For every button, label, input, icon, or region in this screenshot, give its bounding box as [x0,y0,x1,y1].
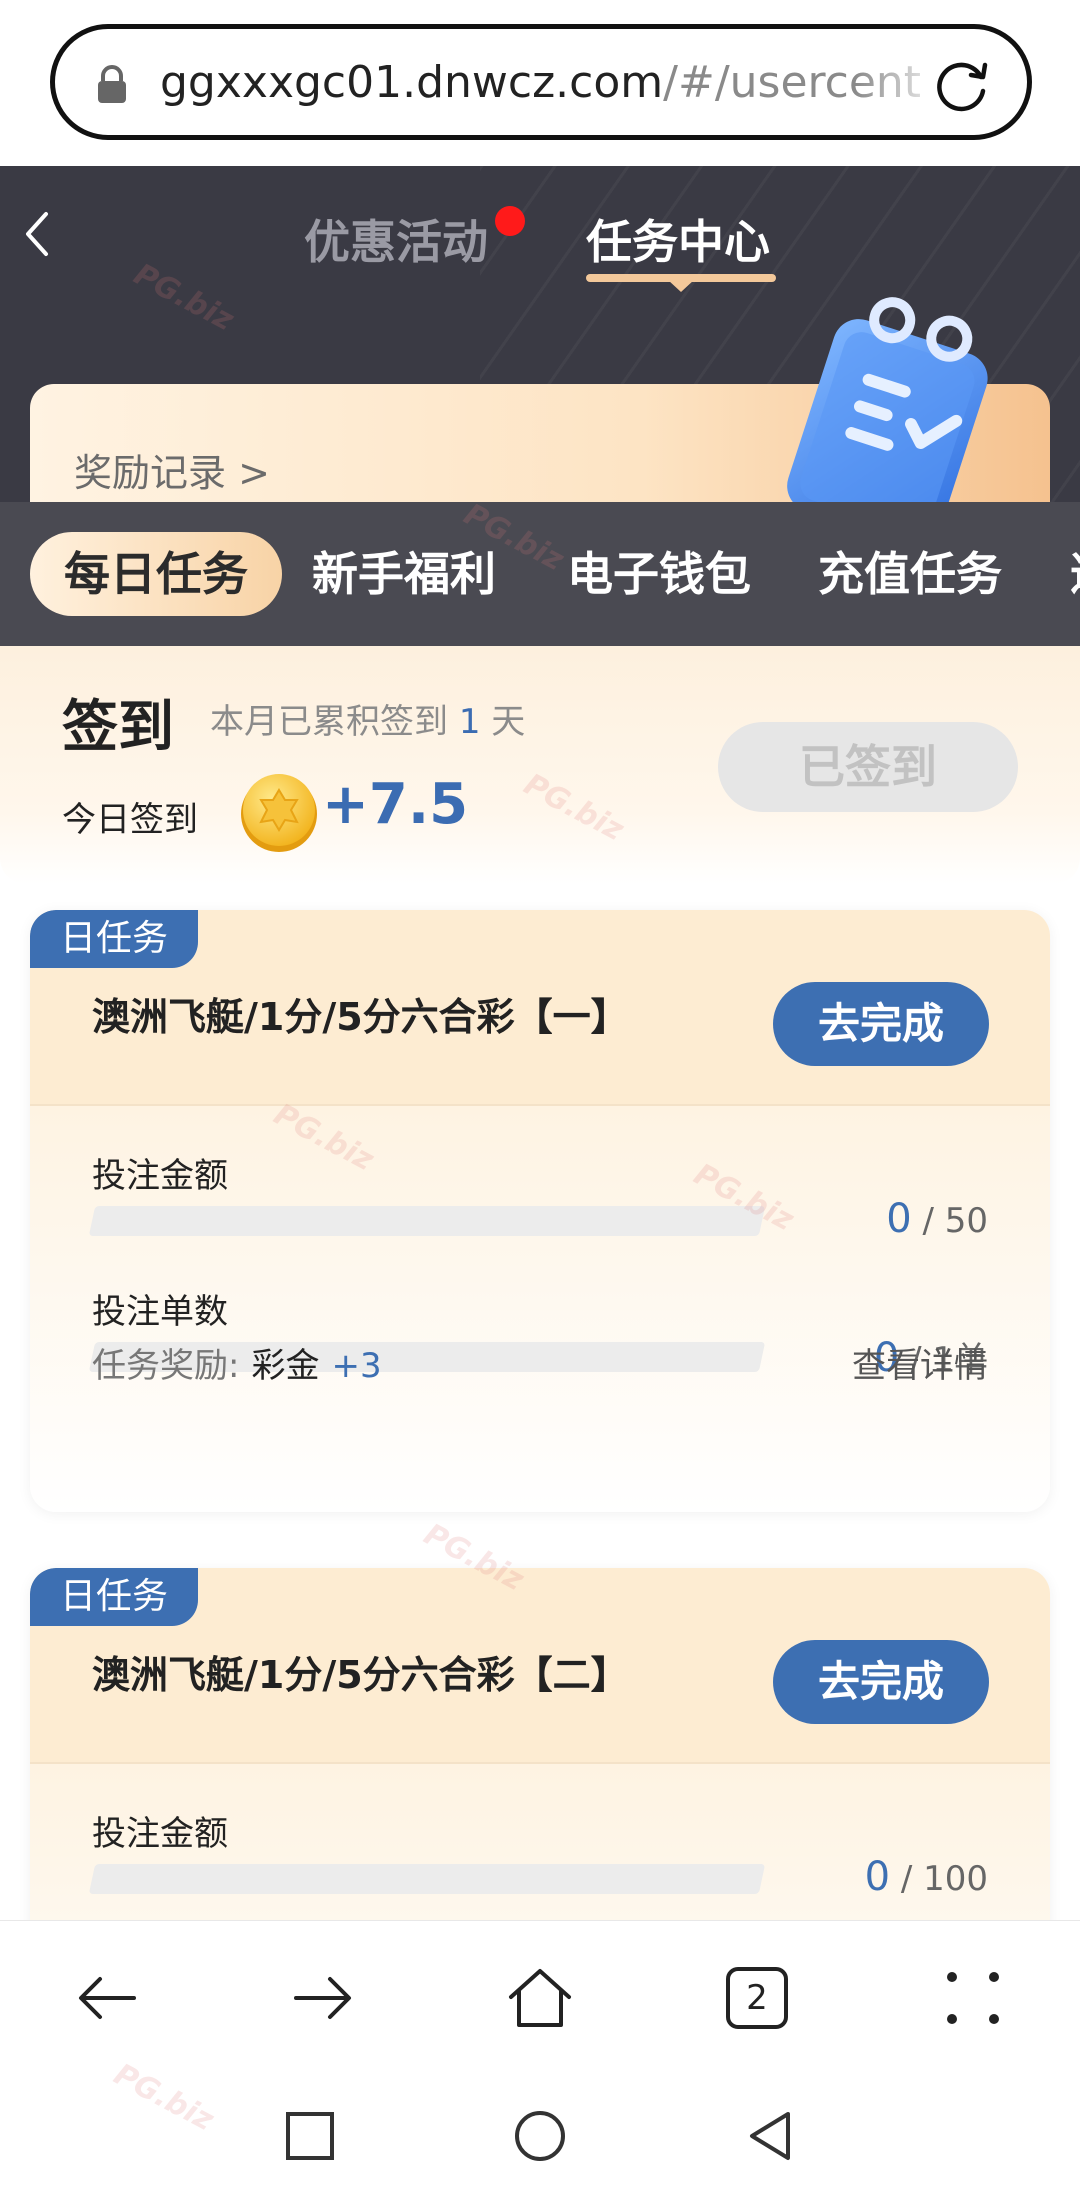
task-card-header: 日任务 澳洲飞艇/1分/5分六合彩【二】 去完成 [30,1568,1050,1764]
signin-reward-amount: +7.5 [322,772,469,837]
bet-amount-label: 投注金额 [92,1814,228,1854]
bet-amount-target: / 100 [890,1859,988,1899]
go-complete-button[interactable]: 去完成 [773,1640,989,1724]
coin-icon [241,774,317,852]
task-card: 日任务 澳洲飞艇/1分/5分六合彩【一】 去完成 投注金额 0 / 50 投注单… [30,910,1050,1512]
home-icon [509,1969,571,2027]
daily-task-badge: 日任务 [30,910,198,968]
lock-icon [98,65,126,103]
url-path: /#/usercent [663,57,922,108]
back-icon[interactable] [20,208,54,260]
browser-toolbar: ggxxxgc01.dnwcz.com/#/usercent [0,0,1080,166]
category-tabs: 每日任务 新手福利 电子钱包 充值任务 邀 [0,502,1080,646]
tab-e-wallet[interactable]: 电子钱包 [567,532,751,616]
bet-amount-value: 0 / 50 [886,1196,988,1242]
signed-in-button[interactable]: 已签到 [718,722,1018,812]
bet-amount-target: / 50 [911,1201,988,1241]
signin-title: 签到 [62,695,174,760]
recents-button[interactable] [280,2106,340,2166]
back-system-button[interactable] [740,2106,800,2166]
system-navigation-bar [0,2070,1080,2206]
task-reward-type: 彩金 [251,1346,320,1386]
task-reward-row: 任务奖励: 彩金 +3 [92,1338,382,1387]
bet-amount-progress-fill [88,1206,96,1236]
reload-icon[interactable] [931,55,993,117]
tab-invite[interactable]: 邀 [1070,532,1080,616]
bet-amount-value: 0 / 100 [865,1854,988,1900]
address-bar[interactable]: ggxxxgc01.dnwcz.com/#/usercent [50,24,1032,140]
bet-amount-progress [88,1864,766,1894]
tabs-count: 2 [746,1978,768,2018]
bet-amount-current: 0 [886,1196,912,1242]
task-card-body: 投注金额 0 / 50 投注单数 0 / 1单 [30,1106,1050,1512]
browser-menu-button[interactable] [938,1963,1008,2033]
tab-task-center[interactable]: 任务中心 [586,212,770,272]
circle-icon [515,2111,565,2161]
arrow-right-icon [294,1977,351,2019]
square-icon [286,2112,334,2160]
signin-days-count: 1 [458,702,481,742]
bet-amount-progress [88,1206,766,1236]
tab-promotions[interactable]: 优惠活动 [304,212,488,272]
bet-amount-current: 0 [864,1854,891,1900]
tab-newbie-benefits[interactable]: 新手福利 [312,532,496,616]
browser-home-button[interactable] [505,1963,575,2033]
browser-forward-button[interactable] [288,1963,358,2033]
browser-back-button[interactable] [72,1963,142,2033]
notification-dot [495,206,525,236]
clipboard-illustration [787,297,988,502]
bet-count-label: 投注单数 [92,1292,228,1332]
view-details-link[interactable]: 查看详情 [852,1338,988,1387]
signin-summary: 本月已累积签到 1 天 [210,694,525,743]
signin-panel: 签到 本月已累积签到 1 天 今日签到 +7.5 已签到 [0,646,1080,884]
go-complete-button[interactable]: 去完成 [773,982,989,1066]
tab-recharge-tasks[interactable]: 充值任务 [818,532,1002,616]
url-text[interactable]: ggxxxgc01.dnwcz.com/#/usercent [160,53,950,113]
task-title: 澳洲飞艇/1分/5分六合彩【一】 [92,995,629,1039]
task-title: 澳洲飞艇/1分/5分六合彩【二】 [92,1653,629,1697]
page-header: 优惠活动 任务中心 奖励记录 > [0,166,1080,502]
task-reward-amount: +3 [331,1346,382,1386]
reward-record-link[interactable]: 奖励记录 > [74,442,270,497]
task-reward-label: 任务奖励: [92,1346,240,1386]
signin-summary-prefix: 本月已累积签到 [210,702,448,742]
home-system-button[interactable] [510,2106,570,2166]
triangle-back-icon [750,2112,790,2160]
task-card-header: 日任务 澳洲飞艇/1分/5分六合彩【一】 去完成 [30,910,1050,1106]
url-host: ggxxxgc01.dnwcz.com [160,57,664,108]
browser-tabs-button[interactable]: 2 [722,1963,792,2033]
tab-daily-tasks[interactable]: 每日任务 [30,532,282,616]
bet-amount-label: 投注金额 [92,1156,228,1196]
more-dots-icon [947,1972,999,2024]
daily-task-badge: 日任务 [30,1568,198,1626]
signin-summary-suffix: 天 [491,702,526,742]
bet-amount-progress-fill [88,1864,96,1894]
browser-bottom-bar: 2 [0,1920,1080,2070]
arrow-left-icon [79,1977,136,2019]
active-tab-caret [668,280,694,292]
today-signin-label: 今日签到 [62,800,198,840]
